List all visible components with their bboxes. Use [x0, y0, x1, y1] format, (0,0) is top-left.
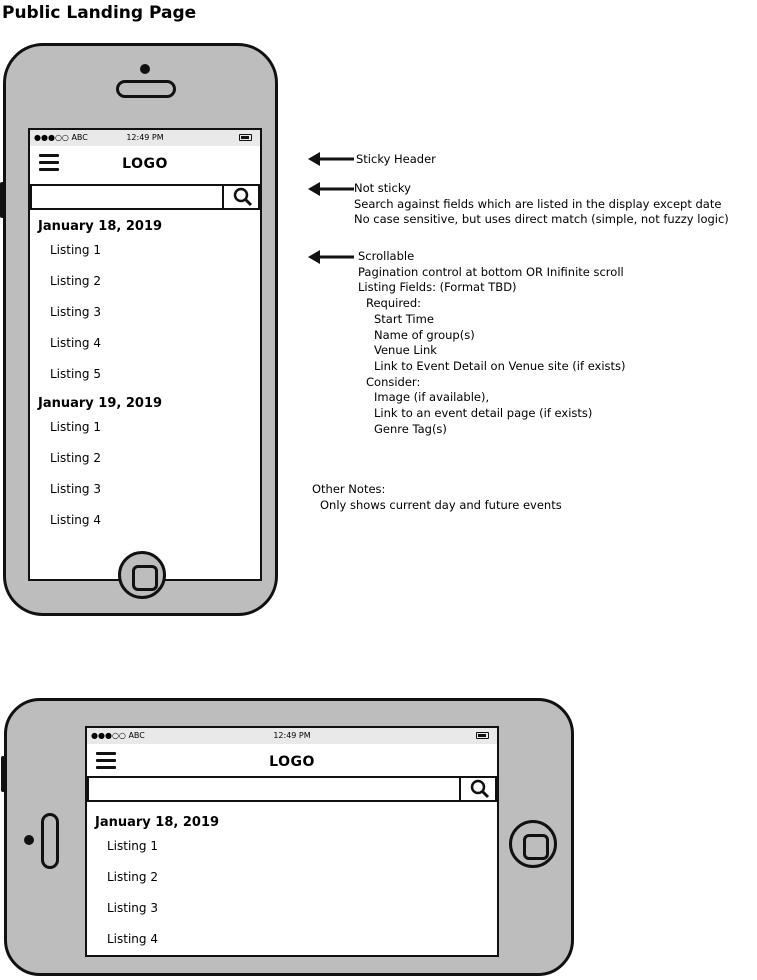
landscape-screen: ●●●○○ ABC 12:49 PM LOGO January 18, 2019… [85, 726, 499, 957]
note-not-sticky: Not sticky Search against fields which a… [354, 181, 729, 227]
portrait-phone-mockup: ●●●○○ ABC 12:49 PM LOGO January 18, 2019… [0, 43, 278, 616]
listing-list[interactable]: January 18, 2019 Listing 1 Listing 2 Listin… [87, 812, 497, 955]
date-heading: January 19, 2019 [38, 396, 163, 411]
volume-button [1, 756, 5, 792]
battery-icon [239, 134, 252, 141]
status-carrier: ●●●○○ ABC [91, 731, 145, 740]
list-item[interactable]: Listing 5 [50, 362, 260, 393]
list-item[interactable]: Listing 3 [50, 300, 260, 331]
search-input[interactable] [30, 184, 260, 210]
status-bar: ●●●○○ ABC 12:49 PM [30, 130, 260, 146]
arrow-left-icon [308, 250, 354, 264]
speaker-slot [41, 813, 59, 869]
search-input[interactable] [87, 776, 497, 802]
list-item[interactable]: Listing 3 [107, 896, 497, 927]
note-scrollable: Scrollable Pagination control at bottom … [358, 249, 626, 436]
list-item[interactable]: Listing 4 [50, 331, 260, 362]
date-heading: January 18, 2019 [95, 815, 220, 830]
list-item[interactable]: Listing 4 [107, 927, 497, 955]
list-item[interactable]: Listing 1 [107, 834, 497, 865]
arrow-left-icon [308, 152, 354, 166]
list-item[interactable]: Listing 1 [50, 415, 260, 446]
portrait-screen: ●●●○○ ABC 12:49 PM LOGO January 18, 2019… [28, 128, 262, 581]
volume-button [0, 182, 4, 218]
note-other: Other Notes: Only shows current day and … [312, 482, 562, 512]
list-item[interactable]: Listing 1 [50, 238, 260, 269]
page-title: Public Landing Page [2, 3, 197, 23]
camera-dot-icon [24, 835, 34, 845]
search-icon[interactable] [459, 778, 495, 800]
landscape-phone-mockup: ●●●○○ ABC 12:49 PM LOGO January 18, 2019… [1, 698, 574, 976]
status-time: 12:49 PM [126, 133, 164, 142]
list-item[interactable]: Listing 4 [50, 508, 260, 539]
status-time: 12:49 PM [273, 731, 311, 740]
date-heading: January 18, 2019 [38, 219, 163, 234]
list-item[interactable]: Listing 2 [50, 269, 260, 300]
sticky-header: LOGO [87, 744, 497, 780]
camera-dot-icon [140, 64, 150, 74]
search-icon[interactable] [222, 186, 258, 208]
home-button[interactable] [118, 551, 166, 599]
battery-icon [476, 732, 489, 739]
status-carrier: ●●●○○ ABC [34, 133, 88, 142]
sticky-header: LOGO [30, 146, 260, 182]
list-item[interactable]: Listing 2 [107, 865, 497, 896]
list-item[interactable]: Listing 3 [50, 477, 260, 508]
home-button[interactable] [509, 820, 557, 868]
speaker-slot [116, 80, 176, 98]
logo: LOGO [122, 156, 168, 172]
listing-list[interactable]: January 18, 2019 Listing 1 Listing 2 Listin… [30, 216, 260, 539]
arrow-left-icon [308, 182, 354, 196]
logo: LOGO [269, 754, 315, 770]
status-bar: ●●●○○ ABC 12:49 PM [87, 728, 497, 744]
list-item[interactable]: Listing 2 [50, 446, 260, 477]
note-sticky-header: Sticky Header [356, 152, 436, 166]
